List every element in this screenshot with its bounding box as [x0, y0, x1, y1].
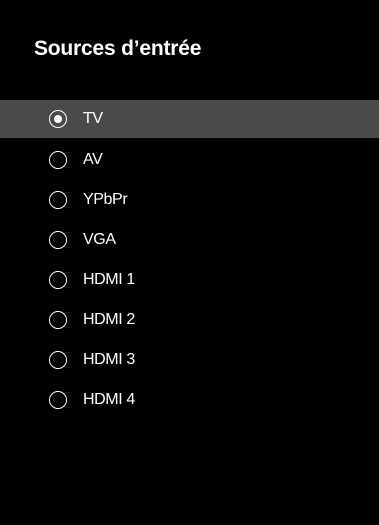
source-label: HDMI 1 — [83, 271, 135, 288]
source-label: HDMI 3 — [83, 351, 135, 368]
radio-unselected-icon — [49, 231, 67, 249]
source-label: HDMI 2 — [83, 311, 135, 328]
radio-selected-icon — [49, 110, 67, 128]
source-label: YPbPr — [83, 191, 128, 208]
source-option-av[interactable]: AV — [0, 140, 379, 180]
source-option-tv[interactable]: TV — [0, 100, 379, 138]
radio-unselected-icon — [49, 191, 67, 209]
radio-unselected-icon — [49, 311, 67, 329]
panel-title: Sources d’entrée — [34, 37, 202, 60]
source-label: AV — [83, 151, 103, 168]
source-option-hdmi-3[interactable]: HDMI 3 — [0, 340, 379, 380]
source-option-hdmi-1[interactable]: HDMI 1 — [0, 260, 379, 300]
source-option-ypbpr[interactable]: YPbPr — [0, 180, 379, 220]
source-option-hdmi-2[interactable]: HDMI 2 — [0, 300, 379, 340]
source-label: HDMI 4 — [83, 391, 135, 408]
input-source-list: TV AV YPbPr VGA HDMI 1 HDMI 2 HDMI 3 HDM… — [0, 100, 379, 420]
source-label: TV — [83, 110, 103, 127]
radio-unselected-icon — [49, 351, 67, 369]
source-label: VGA — [83, 231, 116, 248]
source-option-hdmi-4[interactable]: HDMI 4 — [0, 380, 379, 420]
radio-unselected-icon — [49, 391, 67, 409]
radio-unselected-icon — [49, 151, 67, 169]
source-option-vga[interactable]: VGA — [0, 220, 379, 260]
radio-unselected-icon — [49, 271, 67, 289]
input-sources-panel: Sources d’entrée TV AV YPbPr VGA HDMI 1 … — [0, 0, 379, 525]
